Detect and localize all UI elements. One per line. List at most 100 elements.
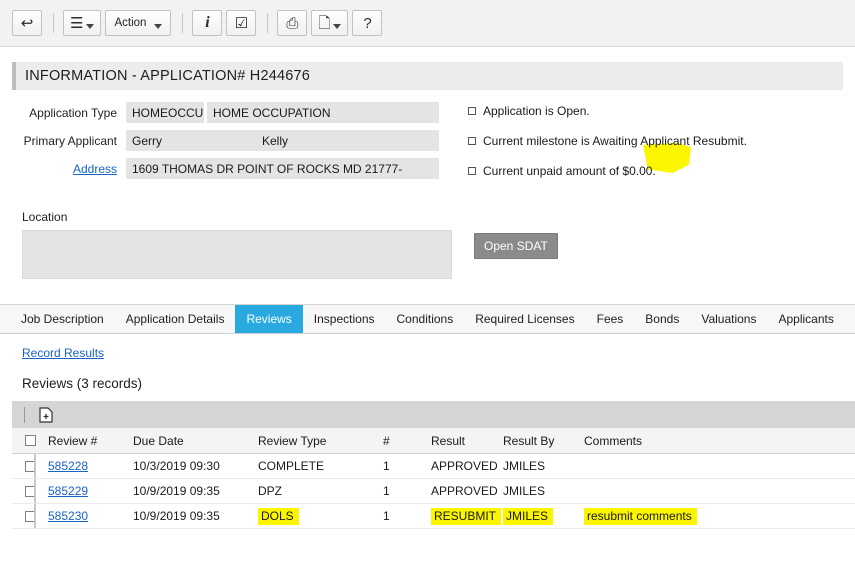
row-select-cell xyxy=(12,485,46,497)
status-text: Current unpaid amount of $0.00. xyxy=(483,164,656,178)
applicant-name-group: Gerry Kelly xyxy=(126,130,439,151)
application-type-code-field: HOMEOCCUP xyxy=(126,102,204,123)
tab-bonds[interactable]: Bonds xyxy=(634,305,690,333)
binder-button[interactable]: ☰ xyxy=(63,10,102,36)
open-sdat-button[interactable]: Open SDAT xyxy=(474,233,558,259)
back-arrow-icon: ↩ xyxy=(20,14,34,32)
cell-due-date: 10/3/2019 09:30 xyxy=(133,459,220,473)
location-input[interactable] xyxy=(22,230,452,279)
back-button[interactable]: ↩ xyxy=(12,10,42,36)
application-fields: Application Type HOMEOCCUP HOME OCCUPATI… xyxy=(0,102,460,194)
column-review-number[interactable]: Review # xyxy=(46,434,131,448)
column-due-date[interactable]: Due Date xyxy=(131,434,256,448)
highlighted-result-by: JMILES xyxy=(503,508,554,525)
column-comments[interactable]: Comments xyxy=(582,434,855,448)
cell-review-number: 585229 xyxy=(46,484,131,498)
select-all-cell xyxy=(12,435,46,446)
bullet-square-icon xyxy=(468,137,476,145)
address-link[interactable]: Address xyxy=(8,162,126,176)
row-divider xyxy=(34,454,36,478)
status-item-unpaid: Current unpaid amount of $0.00. xyxy=(468,164,747,178)
tab-applicants[interactable]: Applicants xyxy=(767,305,844,333)
primary-applicant-label: Primary Applicant xyxy=(23,133,117,148)
highlighted-review-type: DOLS xyxy=(258,508,299,525)
row-divider xyxy=(34,504,36,528)
checkmark-box-icon: ☑ xyxy=(234,14,249,32)
grid-header-row: Review # Due Date Review Type # Result R… xyxy=(12,428,855,454)
add-document-icon[interactable] xyxy=(39,406,53,423)
applicant-last-name-field: Kelly xyxy=(256,130,439,151)
cell-result: RESUBMIT xyxy=(429,508,502,525)
help-button[interactable]: ? xyxy=(352,10,383,36)
status-item-milestone: Current milestone is Awaiting Applicant … xyxy=(468,134,747,148)
row-select-cell xyxy=(12,460,46,472)
toolbar-divider xyxy=(53,13,54,33)
main-toolbar: ↩ ☰ Action i ☑ ⎙ 🗋 ? xyxy=(0,0,855,47)
document-button[interactable]: 🗋 xyxy=(311,10,349,36)
table-row[interactable]: 585229 10/9/2019 09:35 DPZ 1 APPROVED JM… xyxy=(12,479,855,504)
row-divider xyxy=(34,479,36,503)
action-button[interactable]: Action xyxy=(105,10,172,36)
tab-required-licenses[interactable]: Required Licenses xyxy=(464,305,585,333)
cell-review-number: 585230 xyxy=(46,509,131,523)
applicant-first-name-field: Gerry xyxy=(126,130,256,151)
info-button[interactable]: i xyxy=(192,10,223,36)
tab-fees[interactable]: Fees xyxy=(586,305,635,333)
application-summary: Application Type HOMEOCCUP HOME OCCUPATI… xyxy=(0,90,855,194)
status-text: Application is Open. xyxy=(483,104,590,118)
cell-result-by: JMILES xyxy=(501,508,582,525)
row-select-cell xyxy=(12,510,46,522)
column-result[interactable]: Result xyxy=(429,434,501,448)
cell-sequence: 1 xyxy=(383,484,390,498)
grid-toolbar-divider xyxy=(24,406,25,423)
review-number-link[interactable]: 585229 xyxy=(48,484,88,498)
reviews-grid: Review # Due Date Review Type # Result R… xyxy=(12,401,855,529)
status-item-open: Application is Open. xyxy=(468,104,747,118)
review-number-link[interactable]: 585230 xyxy=(48,509,88,523)
record-results-link[interactable]: Record Results xyxy=(22,346,104,360)
select-all-checkbox[interactable] xyxy=(24,435,36,446)
highlighted-comments: resubmit comments xyxy=(584,508,697,525)
cell-sequence: 1 xyxy=(383,459,390,473)
tab-job-description[interactable]: Job Description xyxy=(10,305,115,333)
table-row[interactable]: 585228 10/3/2019 09:30 COMPLETE 1 APPROV… xyxy=(12,454,855,479)
tab-site[interactable]: Si xyxy=(845,305,855,333)
grid-title: Reviews (3 records) xyxy=(22,376,143,391)
status-text: Current milestone is Awaiting Applicant … xyxy=(483,134,747,148)
field-address: Address 1609 THOMAS DR POINT OF ROCKS MD… xyxy=(8,158,460,179)
action-button-label: Action xyxy=(114,17,147,29)
tab-bar: Job Description Application Details Revi… xyxy=(0,304,855,334)
highlighted-result: RESUBMIT xyxy=(431,508,502,525)
field-primary-applicant: Primary Applicant Gerry Kelly xyxy=(8,130,460,151)
print-button[interactable]: ⎙ xyxy=(277,10,308,36)
tab-conditions[interactable]: Conditions xyxy=(386,305,465,333)
tab-inspections[interactable]: Inspections xyxy=(303,305,386,333)
column-review-type[interactable]: Review Type xyxy=(256,434,381,448)
grid-toolbar xyxy=(12,401,855,428)
location-section: Location Open SDAT xyxy=(0,194,855,279)
location-label: Location xyxy=(22,210,68,224)
cell-result: APPROVED xyxy=(431,484,498,498)
application-type-label: Application Type xyxy=(29,105,117,120)
tab-valuations[interactable]: Valuations xyxy=(690,305,767,333)
tab-reviews[interactable]: Reviews xyxy=(235,305,303,333)
cell-result-by: JMILES xyxy=(503,459,546,473)
info-icon: i xyxy=(205,14,210,31)
review-number-link[interactable]: 585228 xyxy=(48,459,88,473)
cell-due-date: 10/9/2019 09:35 xyxy=(133,509,220,523)
page-title: INFORMATION - APPLICATION# H244676 xyxy=(12,62,843,90)
location-group: Location xyxy=(22,210,452,279)
table-row[interactable]: 585230 10/9/2019 09:35 DOLS 1 RESUBMIT J… xyxy=(12,504,855,529)
column-result-by[interactable]: Result By xyxy=(501,434,582,448)
column-sequence[interactable]: # xyxy=(381,434,429,448)
bullet-square-icon xyxy=(468,167,476,175)
application-type-desc-field: HOME OCCUPATION xyxy=(207,102,439,123)
cell-result-by: JMILES xyxy=(503,484,546,498)
cell-sequence: 1 xyxy=(383,509,390,523)
cell-review-number: 585228 xyxy=(46,459,131,473)
bullet-square-icon xyxy=(468,107,476,115)
tab-application-details[interactable]: Application Details xyxy=(115,305,236,333)
toolbar-divider xyxy=(267,13,269,33)
checklist-button[interactable]: ☑ xyxy=(226,10,257,36)
chevron-down-icon xyxy=(154,23,163,29)
